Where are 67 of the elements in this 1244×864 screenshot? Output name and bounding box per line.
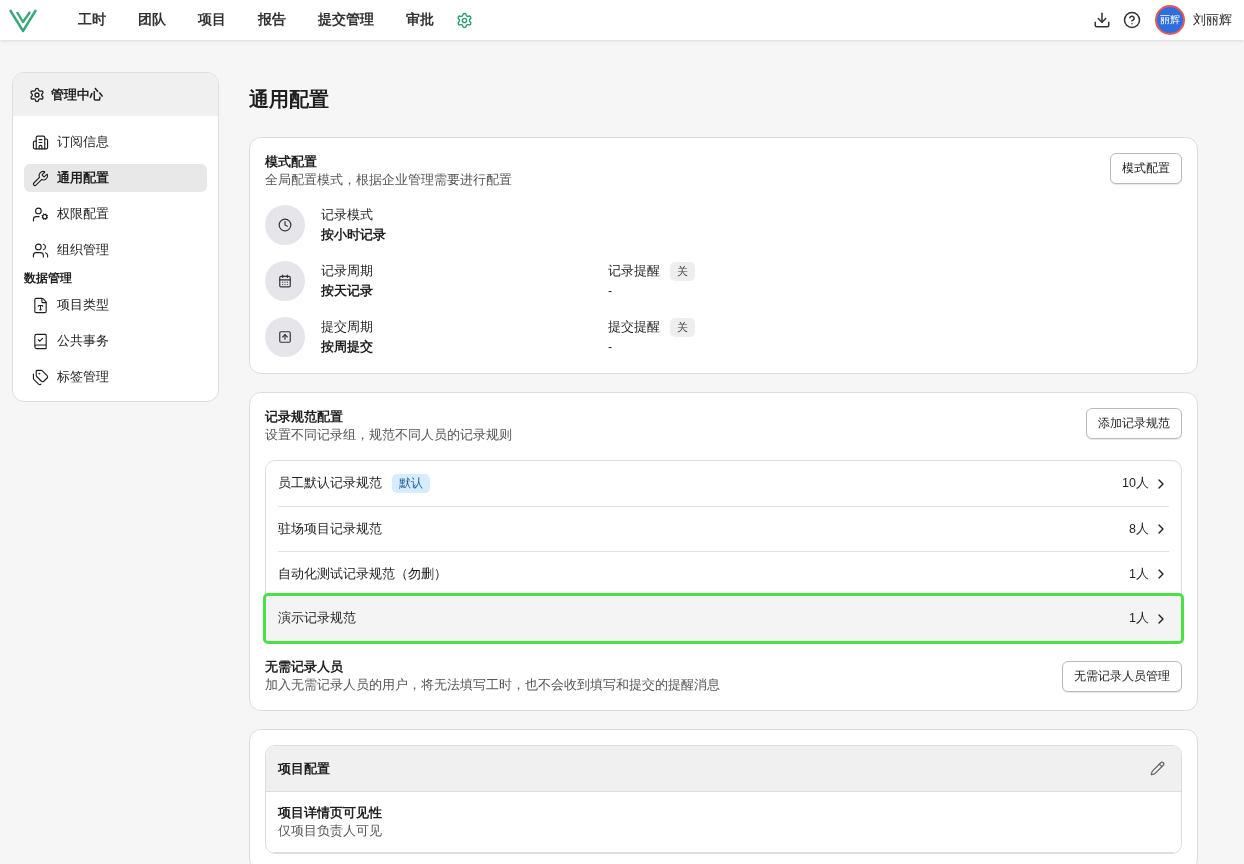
setting-label: 提交周期 xyxy=(321,319,374,336)
card-description: 设置不同记录组，规范不同人员的记录规则 xyxy=(265,427,512,444)
building-icon xyxy=(32,133,49,151)
document-icon xyxy=(32,296,49,314)
reminder-value: - xyxy=(608,283,614,300)
sidebar-item[interactable]: 权限配置 xyxy=(24,200,207,228)
section-description: 加入无需记录人员的用户，将无法填写工时，也不会收到填写和提交的提醒消息 xyxy=(265,677,720,694)
sidebar-item[interactable]: 项目类型 xyxy=(24,291,207,319)
nav-tab[interactable]: 项目 xyxy=(182,11,242,29)
rule-name: 演示记录规范 xyxy=(278,610,356,627)
item-value: 仅项目负责人可见 xyxy=(278,823,383,840)
sidebar-item[interactable]: 公共事务 xyxy=(24,327,207,355)
rule-name: 驻场项目记录规范 xyxy=(278,520,382,538)
clock-icon xyxy=(265,205,305,245)
settings-icon xyxy=(29,86,45,103)
sidebar-item[interactable]: 订阅信息 xyxy=(24,128,207,156)
setting-value: 按小时记录 xyxy=(321,227,387,244)
users-icon xyxy=(32,241,49,259)
sidebar-item[interactable]: 标签管理 xyxy=(24,363,207,391)
card-title: 模式配置 xyxy=(265,153,318,171)
exempt-manage-button[interactable]: 无需记录人员管理 xyxy=(1062,660,1182,692)
member-count: 10人 xyxy=(1122,475,1149,492)
user-name: 刘丽辉 xyxy=(1193,11,1232,29)
user-gear-icon xyxy=(32,205,49,223)
rule-row[interactable]: 驻场项目记录规范 8人 xyxy=(278,506,1169,551)
card-description: 全局配置模式，根据企业管理需要进行配置 xyxy=(265,172,512,189)
reminder-value: - xyxy=(608,339,614,356)
status-tag: 关 xyxy=(670,261,695,281)
setting-value: 按周提交 xyxy=(321,338,374,356)
nav-tab[interactable]: 工时 xyxy=(62,11,122,29)
setting-label: 记录模式 xyxy=(321,207,374,224)
page-title: 通用配置 xyxy=(249,87,330,112)
edit-icon[interactable] xyxy=(1150,761,1165,776)
nav-tab[interactable]: 报告 xyxy=(242,11,302,29)
calendar-icon xyxy=(265,261,305,301)
wrench-icon xyxy=(32,169,49,187)
add-rule-button[interactable]: 添加记录规范 xyxy=(1086,408,1182,439)
nav-tab[interactable]: 提交管理 xyxy=(302,11,390,29)
sidebar-section-heading: 数据管理 xyxy=(24,270,73,287)
mode-config-button[interactable]: 模式配置 xyxy=(1110,153,1182,184)
nav-tab[interactable]: 团队 xyxy=(122,11,182,29)
user-avatar[interactable]: 丽辉 xyxy=(1155,5,1185,35)
setting-value: 按天记录 xyxy=(321,283,374,300)
reminder-label: 记录提醒 xyxy=(608,263,660,280)
rule-row[interactable]: 员工默认记录规范 默认 10人 xyxy=(278,461,1169,506)
card-title: 记录规范配置 xyxy=(265,408,344,426)
rule-name: 员工默认记录规范 xyxy=(278,475,382,492)
reminder-label: 提交提醒 xyxy=(608,319,660,336)
logo-icon[interactable] xyxy=(8,7,38,33)
sidebar-item[interactable]: 组织管理 xyxy=(24,236,207,264)
status-tag: 关 xyxy=(670,317,695,337)
panel-title: 项目配置 xyxy=(278,759,330,778)
rule-row[interactable]: 演示记录规范 1人 xyxy=(266,596,1181,641)
sidebar-title: 管理中心 xyxy=(51,85,103,104)
book-check-icon xyxy=(32,332,49,350)
section-title: 无需记录人员 xyxy=(265,658,344,676)
sidebar-item[interactable]: 通用配置 xyxy=(24,164,207,192)
upload-icon xyxy=(265,317,305,357)
member-count: 1人 xyxy=(1129,610,1149,627)
member-count: 1人 xyxy=(1129,565,1149,583)
item-title: 项目详情页可见性 xyxy=(278,804,383,822)
nav-tab[interactable]: 审批 xyxy=(390,11,450,29)
default-badge: 默认 xyxy=(392,474,430,493)
member-count: 8人 xyxy=(1129,520,1149,538)
tags-icon xyxy=(32,368,49,386)
rule-name: 自动化测试记录规范（勿删） xyxy=(278,565,447,583)
setting-label: 记录周期 xyxy=(321,263,374,280)
